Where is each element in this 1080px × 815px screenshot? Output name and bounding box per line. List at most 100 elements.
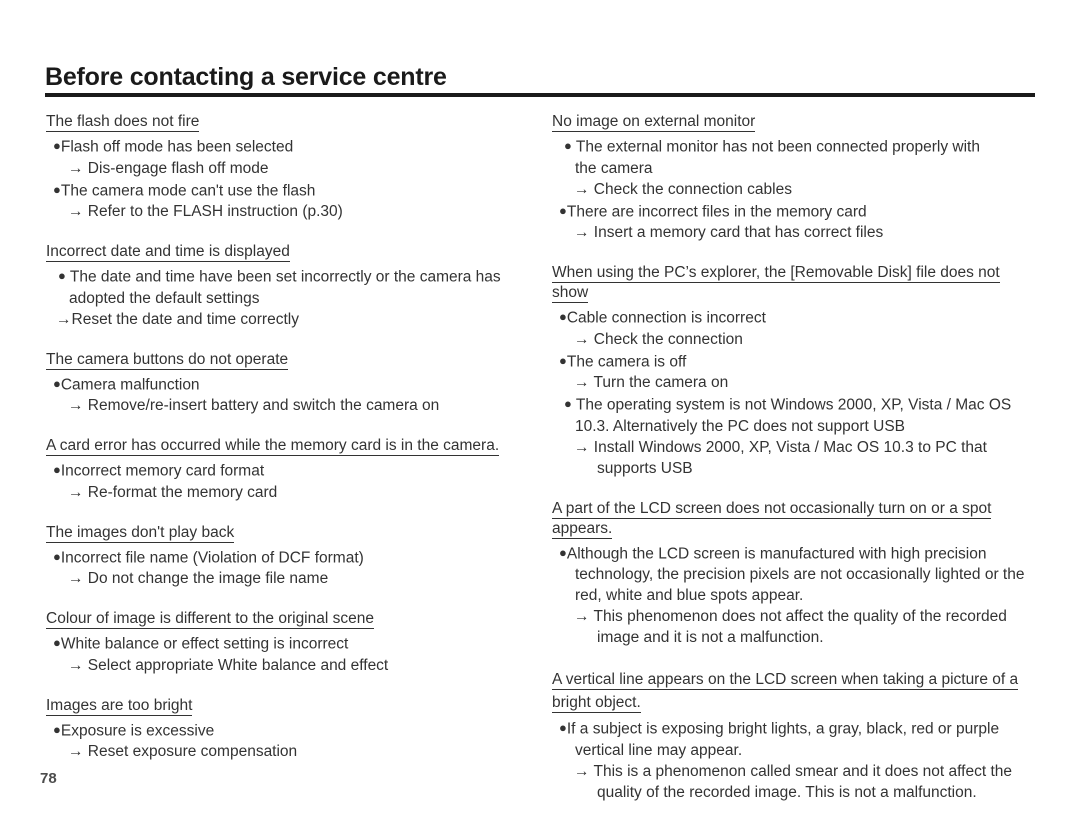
remedy-text: Check the connection cables [589,180,792,198]
cause-text: The operating system is not Windows 2000… [571,396,1012,414]
bullet-icon: ● [53,462,61,477]
troubleshooting-section: Incorrect date and time is displayed ● Th… [46,242,526,330]
section-heading: The images don't play back [46,523,526,543]
section-heading: A card error has occurred while the memo… [46,436,526,456]
remedy-line: → Re-format the memory card [46,482,526,503]
bullet-icon: ● [564,138,572,153]
right-column: No image on external monitor ● The extern… [552,112,1039,803]
arrow-icon: → [574,762,590,780]
cause-text: If a subject is exposing bright lights, … [566,720,1000,738]
bullet-icon: ● [53,375,61,391]
cause-text: Exposure is excessive [60,722,215,739]
bullet-icon: ● [58,268,66,283]
cause-text: The date and time have been set incorrec… [65,268,501,286]
troubleshooting-section: A part of the LCD screen does not occasi… [552,499,1039,649]
cause-bullet: ●The camera is off [552,350,1039,373]
page-number: 78 [40,770,57,787]
cause-text: Although the LCD screen is manufactured … [566,545,987,562]
cause-bullet: ● The date and time have been set incorr… [46,265,526,288]
section-heading-text: Colour of image is different to the orig… [46,610,374,629]
remedy-line: → Refer to the FLASH instruction (p.30) [46,201,526,222]
bullet-icon: ● [559,202,567,218]
remedy-text: Turn the camera on [589,374,729,391]
arrow-icon: → [68,397,84,414]
remedy-text: Install Windows 2000, XP, Vista / Mac OS… [589,438,987,456]
remedy-text: Refer to the FLASH instruction (p.30) [83,203,343,220]
page-title: Before contacting a service centre [45,63,447,91]
cause-text: Incorrect memory card format [60,462,265,480]
section-heading: When using the PC’s explorer, the [Remov… [552,263,1039,303]
remedy-text: Remove/re-insert battery and switch the … [83,397,440,414]
cause-bullet: ●White balance or effect setting is inco… [46,632,526,655]
remedy-line: → Check the connection [552,329,1039,350]
remedy-text: Dis-engage flash off mode [83,159,269,177]
bullet-icon: ● [559,720,567,735]
arrow-icon: → [574,180,590,198]
cause-bullet: ●Incorrect memory card format [46,459,526,482]
continuation-text: 10.3. Alternatively the PC does not supp… [575,417,905,435]
remedy-line: → Do not change the image file name [46,568,526,589]
section-heading: The flash does not fire [46,112,526,132]
cause-bullet: ●Incorrect file name (Violation of DCF f… [46,546,526,569]
arrow-icon: → [68,483,84,501]
continuation-text: quality of the recorded image. This is n… [597,783,977,801]
cause-text: The camera is off [566,353,687,370]
arrow-icon: → [68,159,84,177]
cause-bullet: ● The operating system is not Windows 20… [552,393,1039,416]
troubleshooting-section: Colour of image is different to the orig… [46,609,526,676]
title-rule [45,93,1035,97]
cause-text: The camera mode can't use the flash [60,182,316,199]
cause-text: Cable connection is incorrect [566,309,766,327]
cause-bullet: ●If a subject is exposing bright lights,… [552,717,1039,740]
continuation-text: red, white and blue spots appear. [575,587,804,604]
remedy-text: Reset exposure compensation [83,743,298,760]
section-heading-text: No image on external monitor [552,113,756,132]
section-heading: A part of the LCD screen does not occasi… [552,499,1039,539]
bullet-icon: ● [53,138,61,153]
cause-bullet: ●Camera malfunction [46,373,526,396]
remedy-text: Re-format the memory card [83,483,278,501]
section-heading-text: A part of the LCD screen does not occasi… [552,499,992,539]
section-heading-text: A card error has occurred while the memo… [46,437,500,456]
continuation-text: the camera [575,159,653,177]
remedy-line: → Turn the camera on [552,372,1039,393]
bullet-icon: ● [564,396,572,411]
continuation-text: vertical line may appear. [575,741,743,759]
bullet-icon: ● [53,548,61,564]
cause-text: Incorrect file name (Violation of DCF fo… [60,549,364,566]
arrow-icon: → [574,374,590,391]
arrow-icon: → [68,203,84,220]
bullet-icon: ● [53,721,61,737]
cause-bullet: ●Cable connection is incorrect [552,306,1039,329]
section-heading-text: The images don't play back [46,523,235,543]
section-heading-text: When using the PC’s explorer, the [Remov… [552,264,1000,303]
troubleshooting-section: The camera buttons do not operate ●Camera… [46,350,526,417]
continuation-text: adopted the default settings [69,289,260,307]
remedy-text: Reset the date and time correctly [71,310,299,328]
troubleshooting-section: The flash does not fire ●Flash off mode h… [46,112,526,222]
cause-text: The external monitor has not been connec… [571,138,980,156]
continuation-text: supports USB [597,459,693,477]
cause-bullet: ●Exposure is excessive [46,719,526,742]
remedy-text: Select appropriate White balance and eff… [83,656,389,674]
bullet-icon: ● [53,181,61,197]
troubleshooting-section: A card error has occurred while the memo… [46,436,526,503]
arrow-icon: → [68,656,84,674]
cause-bullet: ●The camera mode can't use the flash [46,179,526,202]
remedy-text: Do not change the image file name [83,570,329,587]
cause-bullet: ●Flash off mode has been selected [46,135,526,158]
remedy-line: → Remove/re-insert battery and switch th… [46,395,526,416]
remedy-line: → Select appropriate White balance and e… [46,655,526,676]
section-heading: A vertical line appears on the LCD scree… [552,668,1039,714]
arrow-icon: → [574,438,590,456]
remedy-text: This is a phenomenon called smear and it… [589,762,1012,780]
arrow-icon: → [574,330,590,348]
remedy-line: → Install Windows 2000, XP, Vista / Mac … [552,437,1039,458]
remedy-line: → This phenomenon does not affect the qu… [552,606,1039,627]
document-page: Before contacting a service centre The f… [0,0,1080,815]
remedy-line: → Reset exposure compensation [46,741,526,762]
remedy-line: →Reset the date and time correctly [46,309,526,330]
remedy-line: → Dis-engage flash off mode [46,158,526,179]
remedy-line: → Check the connection cables [552,179,1039,200]
remedy-text: This phenomenon does not affect the qual… [589,608,1007,625]
